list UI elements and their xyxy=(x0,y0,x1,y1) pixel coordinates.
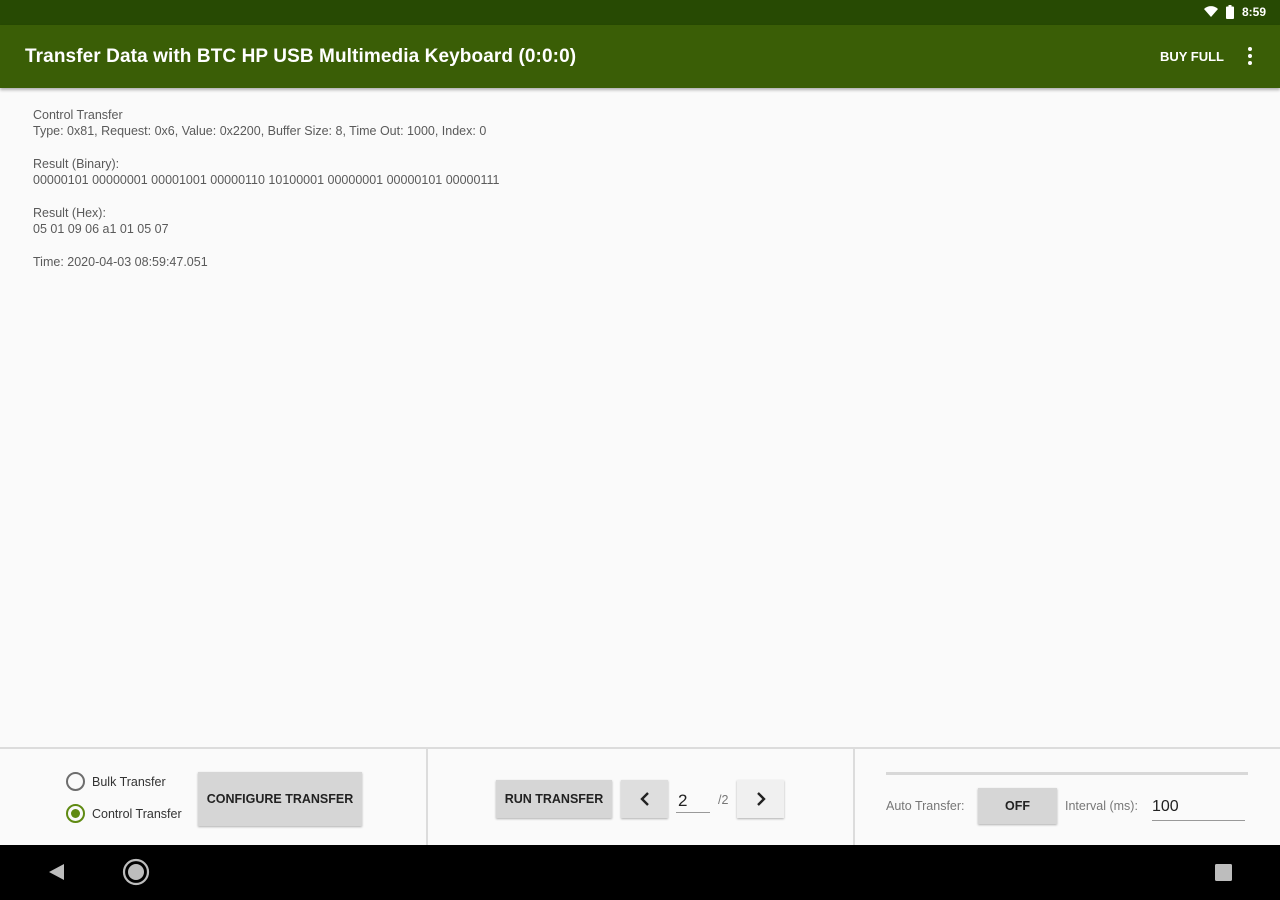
status-icons: 8:59 xyxy=(1203,5,1266,19)
binary-result-label: Result (Binary): xyxy=(33,157,120,171)
run-transfer-button[interactable]: RUN TRANSFER xyxy=(496,780,612,818)
auto-transfer-toggle[interactable]: OFF xyxy=(978,788,1057,824)
hex-result-label: Result (Hex): xyxy=(33,206,106,220)
transfer-info-block: Control Transfer Type: 0x81, Request: 0x… xyxy=(33,107,1233,139)
bulk-transfer-label: Bulk Transfer xyxy=(92,774,166,789)
transfer-output: Control Transfer Type: 0x81, Request: 0x… xyxy=(33,107,1233,287)
hex-result-block: Result (Hex): 05 01 09 06 a1 01 05 07 xyxy=(33,205,1233,237)
buy-full-button[interactable]: BUY FULL xyxy=(1160,49,1224,64)
radio-checked-icon[interactable] xyxy=(66,804,85,823)
recents-icon[interactable] xyxy=(1215,864,1232,881)
battery-icon xyxy=(1225,5,1234,19)
radio-unchecked-icon[interactable] xyxy=(66,772,85,791)
previous-page-button[interactable] xyxy=(621,780,668,818)
next-page-button[interactable] xyxy=(737,780,784,818)
status-time: 8:59 xyxy=(1241,5,1266,19)
time-block: Time: 2020-04-03 08:59:47.051 xyxy=(33,254,1233,270)
binary-result-block: Result (Binary): 00000101 00000001 00001… xyxy=(33,156,1233,188)
divider xyxy=(853,749,855,845)
control-transfer-radio[interactable]: Control Transfer xyxy=(66,804,182,823)
wifi-icon xyxy=(1203,6,1218,18)
result-time: Time: 2020-04-03 08:59:47.051 xyxy=(33,255,208,269)
divider xyxy=(426,749,428,845)
control-transfer-label: Control Transfer xyxy=(92,806,182,821)
interval-input[interactable] xyxy=(1152,793,1245,821)
configure-transfer-button[interactable]: CONFIGURE TRANSFER xyxy=(198,772,362,826)
system-nav-bar xyxy=(0,845,1280,900)
interval-label: Interval (ms): xyxy=(1065,799,1138,813)
bottom-control-panel: Bulk Transfer Control Transfer CONFIGURE… xyxy=(0,747,1280,845)
page-number-input[interactable] xyxy=(676,789,710,813)
status-bar: 8:59 xyxy=(0,0,1280,25)
home-icon[interactable] xyxy=(122,858,150,886)
auto-transfer-progress-bar xyxy=(886,772,1248,775)
auto-transfer-label: Auto Transfer: xyxy=(886,799,965,813)
app-bar: Transfer Data with BTC HP USB Multimedia… xyxy=(0,25,1280,88)
bulk-transfer-radio[interactable]: Bulk Transfer xyxy=(66,772,166,791)
chevron-left-icon xyxy=(639,792,649,806)
transfer-params-text: Type: 0x81, Request: 0x6, Value: 0x2200,… xyxy=(33,124,487,138)
more-vert-icon[interactable] xyxy=(1242,45,1258,67)
binary-result-value: 00000101 00000001 00001001 00000110 1010… xyxy=(33,173,500,187)
page-title: Transfer Data with BTC HP USB Multimedia… xyxy=(25,46,577,67)
chevron-right-icon xyxy=(756,792,766,806)
page-total: /2 xyxy=(718,793,729,807)
back-icon[interactable] xyxy=(46,862,66,882)
transfer-type-text: Control Transfer xyxy=(33,108,123,122)
hex-result-value: 05 01 09 06 a1 01 05 07 xyxy=(33,222,169,236)
